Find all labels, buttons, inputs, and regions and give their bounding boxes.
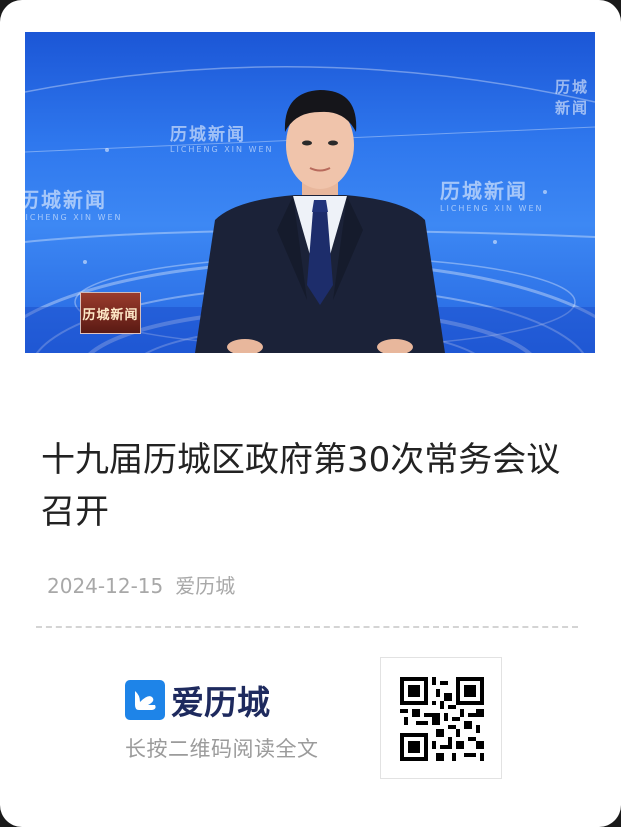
news-anchor-image[interactable]: 历城新闻 LICHENG XIN WEN 历城新闻 LICHENG XIN WEN … <box>25 32 595 353</box>
article-source[interactable]: 爱历城 <box>175 574 235 598</box>
article-title[interactable]: 十九届历城区政府第30次常务会议召开 <box>41 434 581 538</box>
watermark-text: 历城新闻 <box>555 78 590 117</box>
dashed-divider <box>36 626 578 628</box>
qr-code-icon <box>400 677 484 761</box>
aili-logo-icon <box>125 680 165 720</box>
news-anchor-figure <box>195 90 445 353</box>
share-card: 历城新闻 LICHENG XIN WEN 历城新闻 LICHENG XIN WEN … <box>0 0 621 827</box>
brand-logo: 爱历城 <box>125 680 270 722</box>
watermark-text: 历城新闻 LICHENG XIN WEN <box>440 179 544 213</box>
qr-code[interactable] <box>380 657 502 779</box>
article-date: 2024-12-15 <box>47 574 164 598</box>
brand-name: 爱历城 <box>171 683 270 722</box>
watermark-text: 历城新闻 LICHENG XIN WEN <box>25 188 123 222</box>
article-meta: 2024-12-15 爱历城 <box>47 570 235 599</box>
station-logo: 历城新闻 <box>80 292 141 334</box>
long-press-hint: 长按二维码阅读全文 <box>125 737 319 761</box>
